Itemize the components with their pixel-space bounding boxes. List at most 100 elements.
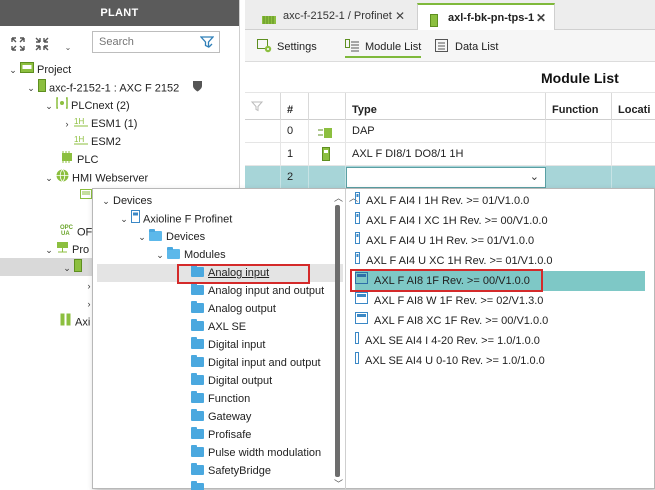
row-function — [546, 143, 612, 166]
search-input[interactable] — [93, 32, 193, 52]
column-header-icon[interactable] — [309, 93, 346, 121]
tree-item-esm2[interactable]: 1H ESM2 — [74, 133, 121, 151]
chevron-down-icon[interactable]: ⌄ — [8, 61, 18, 79]
scrollbar-thumb[interactable] — [335, 205, 340, 477]
catalog-safetybridge[interactable]: SafetyBridge — [191, 462, 271, 480]
row-gutter — [245, 143, 281, 166]
folder-open-icon — [149, 229, 162, 241]
catalog-profisafe[interactable]: Profisafe — [191, 426, 251, 444]
plcnext-icon — [56, 97, 68, 115]
list-item-module[interactable]: AXL F AI4 U XC 1H Rev. >= 01/V1.0.0 — [355, 251, 645, 271]
row-icon — [309, 143, 346, 166]
catalog-axioline-f-profinet[interactable]: ⌄ Axioline F Profinet — [119, 210, 232, 228]
catalog-function[interactable]: Function — [191, 390, 250, 408]
table-row-active[interactable]: 2 ⌄ — [245, 166, 655, 189]
project-icon — [20, 61, 34, 79]
chevron-down-icon[interactable]: ⌄ — [101, 192, 111, 210]
column-header-location[interactable]: Locati — [612, 93, 655, 121]
column-header-function[interactable]: Function — [546, 93, 612, 121]
folder-open-icon — [167, 247, 180, 259]
row-icon — [309, 120, 346, 143]
column-header-type[interactable]: Type — [346, 93, 546, 121]
chevron-down-icon[interactable]: ⌄ — [62, 259, 72, 277]
row-number: 2 — [281, 166, 309, 189]
tree-item-controller[interactable]: ⌄ axc-f-2152-1 : AXC F 2152 — [26, 79, 206, 97]
chevron-down-icon[interactable]: ⌄ — [26, 79, 36, 97]
folder-icon — [191, 355, 204, 367]
list-item-module[interactable]: AXL SE AI4 U 0-10 Rev. >= 1.0/1.0.0 — [355, 351, 645, 371]
tree-item-profinet[interactable]: ⌄ Pro — [44, 241, 89, 259]
list-item-module[interactable]: AXL SE AI4 I 4-20 Rev. >= 1.0/1.0.0 — [355, 331, 645, 351]
folder-icon — [191, 337, 204, 349]
bus-coupler-icon — [74, 259, 82, 278]
list-item-module[interactable]: AXL F AI8 XC 1F Rev. >= 00/V1.0.0 — [355, 311, 645, 331]
catalog-digital-input[interactable]: Digital input — [191, 336, 265, 354]
hmi-page-icon — [80, 187, 92, 205]
editor-tabbar: axc-f-2152-1 / Profinet ✕ axl-f-bk-pn-tp… — [245, 0, 655, 30]
chevron-down-icon[interactable]: ⌄ — [119, 210, 129, 228]
catalog-analog-output[interactable]: Analog output — [191, 300, 276, 318]
list-item-module[interactable]: AXL F AI4 U 1H Rev. >= 01/V1.0.0 — [355, 231, 645, 251]
tree-item-esm1[interactable]: › 1H ESM1 (1) — [62, 115, 138, 133]
shield-icon — [192, 80, 203, 98]
tab-settings[interactable]: Settings — [257, 36, 317, 58]
chevron-right-icon[interactable]: › — [62, 115, 72, 133]
catalog-modules[interactable]: ⌄ Modules — [155, 246, 226, 264]
list-item-module[interactable]: AXL F AI8 W 1F Rev. >= 02/V1.3.0 — [355, 291, 645, 311]
tree-item-hmi-webserver[interactable]: ⌄ HMI Webserver — [44, 169, 148, 187]
module-slim-icon — [355, 331, 359, 351]
chevron-down-icon[interactable]: ⌄ — [155, 246, 165, 264]
settings-icon — [257, 39, 272, 61]
catalog-gateway[interactable]: Gateway — [191, 408, 251, 426]
editor-subtabs: Settings Module List Data List — [245, 30, 655, 62]
column-icon[interactable] — [245, 93, 281, 121]
chevron-down-icon[interactable]: ⌄ — [44, 241, 54, 259]
type-dropdown[interactable]: ⌄ — [346, 167, 546, 188]
close-icon[interactable]: ✕ — [395, 3, 405, 30]
catalog-devices-root[interactable]: ⌄ Devices — [101, 192, 152, 210]
chevron-down-icon[interactable]: ⌄ — [60, 40, 76, 56]
chip-icon — [60, 151, 74, 169]
tab-data-list[interactable]: Data List — [435, 36, 498, 58]
chevron-down-icon[interactable]: ⌄ — [44, 97, 54, 115]
tree-item-opc-ua[interactable]: OPC UA OF — [60, 223, 92, 241]
tree-item-plc[interactable]: PLC — [60, 151, 98, 169]
data-list-icon — [435, 39, 448, 61]
tab-controller-profinet[interactable]: axc-f-2152-1 / Profinet ✕ — [253, 3, 413, 30]
scroll-down-icon[interactable]: ﹀ — [334, 477, 343, 490]
folder-icon — [191, 283, 204, 295]
catalog-axl-se[interactable]: AXL SE — [191, 318, 246, 336]
esm-icon: 1H — [74, 115, 88, 133]
chevron-down-icon[interactable]: ⌄ — [137, 228, 147, 246]
catalog-digital-output[interactable]: Digital output — [191, 372, 272, 390]
svg-text:1H: 1H — [74, 135, 84, 144]
catalog-pulse-width-modulation[interactable]: Pulse width modulation — [191, 444, 321, 462]
folder-icon — [191, 427, 204, 439]
table-row[interactable]: 1 AXL F DI8/1 DO8/1 1H — [245, 143, 655, 166]
catalog-digital-input-output[interactable]: Digital input and output — [191, 354, 321, 372]
scroll-up-icon[interactable]: ︿ — [334, 191, 343, 204]
chevron-down-icon[interactable]: ⌄ — [44, 169, 54, 187]
collapse-all-icon[interactable] — [34, 36, 50, 52]
tab-module-list[interactable]: Module List — [345, 36, 422, 58]
filter-icon[interactable] — [199, 35, 215, 49]
tree-item-plcnext[interactable]: ⌄ PLCnext (2) — [44, 97, 130, 115]
plant-search-box[interactable] — [92, 31, 220, 53]
expand-all-icon[interactable] — [10, 36, 26, 52]
catalog-devices[interactable]: ⌄ Devices — [137, 228, 205, 246]
list-item-module[interactable]: AXL F AI4 I 1H Rev. >= 01/V1.0.0 — [355, 191, 645, 211]
chevron-down-icon[interactable]: ⌄ — [530, 170, 539, 183]
list-item-module[interactable]: AXL F AI4 I XC 1H Rev. >= 00/V1.0.0 — [355, 211, 645, 231]
catalog-analog-input-output[interactable]: Analog input and output — [191, 282, 324, 300]
tree-item-project[interactable]: ⌄ Project — [8, 61, 71, 79]
close-icon[interactable]: ✕ — [536, 5, 546, 32]
row-location — [612, 143, 655, 166]
folder-icon — [191, 463, 204, 475]
column-header-number[interactable]: # — [281, 93, 309, 121]
tree-item-axioline[interactable]: Axi — [60, 313, 90, 331]
tab-bus-coupler[interactable]: axl-f-bk-pn-tps-1 ✕ — [417, 3, 555, 30]
esm-icon: 1H — [74, 133, 88, 151]
table-row[interactable]: 0 DAP — [245, 120, 655, 143]
tree-item-bus-coupler[interactable]: ⌄ — [62, 259, 85, 277]
axioline-icon — [60, 313, 72, 332]
